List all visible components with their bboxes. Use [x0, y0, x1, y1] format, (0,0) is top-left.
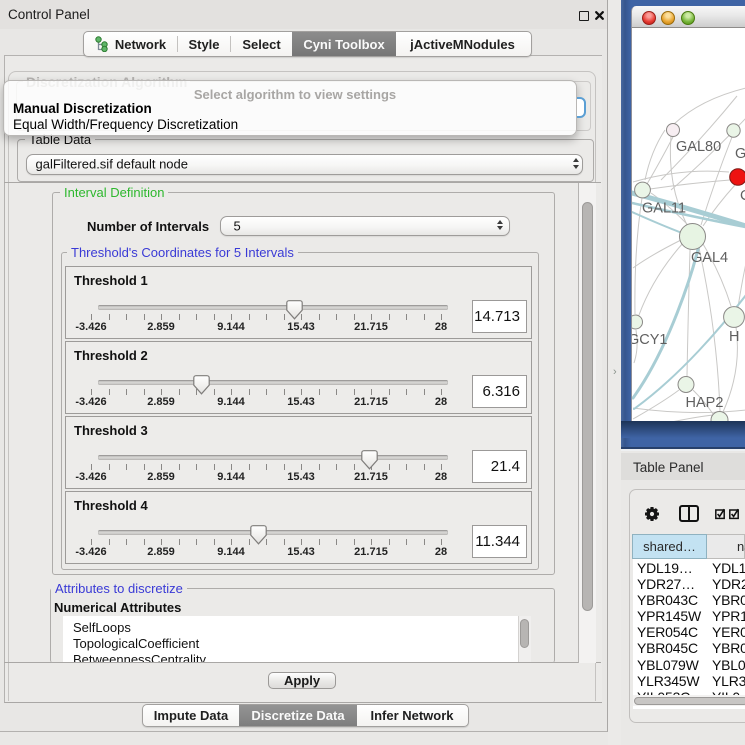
svg-text:H: H: [729, 329, 739, 345]
svg-text:GAL80: GAL80: [676, 139, 721, 155]
svg-text:GCY1: GCY1: [632, 332, 668, 348]
svg-text:C: C: [740, 188, 745, 204]
svg-text:GAL11: GAL11: [642, 201, 686, 217]
svg-text:GA: GA: [735, 146, 745, 162]
svg-text:GAL4: GAL4: [691, 250, 728, 266]
svg-text:HAP2: HAP2: [686, 395, 724, 411]
